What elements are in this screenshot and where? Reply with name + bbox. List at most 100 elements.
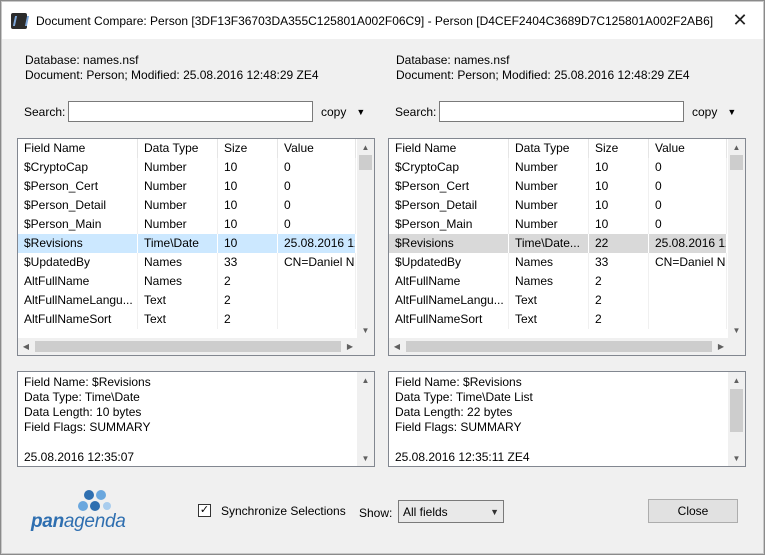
table-cell: 10 (218, 177, 278, 196)
table-header: Field Name Data Type Size Value (18, 139, 356, 158)
scroll-right-icon[interactable]: ▶ (342, 338, 358, 355)
table-cell: $CryptoCap (389, 158, 509, 177)
table-cell: Number (138, 215, 218, 234)
scroll-up-icon[interactable]: ▲ (357, 372, 374, 388)
table-row[interactable]: $UpdatedBy Names 33 CN=Daniel N (389, 253, 727, 272)
table-row[interactable]: $CryptoCap Number 10 0 (18, 158, 356, 177)
scroll-up-icon[interactable]: ▲ (728, 139, 745, 155)
column-header[interactable]: Size (589, 139, 649, 158)
table-row[interactable]: AltFullNameLangu... Text 2 (18, 291, 356, 310)
table-row[interactable]: AltFullNameSort Text 2 (18, 310, 356, 329)
left-pane: Database: names.nsf Document: Person; Mo… (16, 39, 388, 469)
table-row[interactable]: AltFullNameLangu... Text 2 (389, 291, 727, 310)
table-cell: 10 (589, 215, 649, 234)
table-row[interactable]: AltFullNameSort Text 2 (389, 310, 727, 329)
table-row[interactable]: $RevisionsTime\Date1025.08.2016 12:35 (18, 234, 356, 253)
column-header[interactable]: Field Name (389, 139, 509, 158)
table-row[interactable]: $Person_Detail Number 10 0 (18, 196, 356, 215)
vertical-scrollbar[interactable]: ▲ ▼ (728, 139, 745, 338)
show-filter-select[interactable]: All fields ▼ (398, 500, 504, 523)
horizontal-scrollbar[interactable]: ◀ ▶ (389, 338, 729, 355)
dropdown-arrow-icon[interactable]: ▼ (356, 107, 365, 117)
scroll-left-icon[interactable]: ◀ (18, 338, 34, 355)
copy-button[interactable]: copy ▼ (321, 105, 365, 119)
search-input[interactable] (439, 101, 684, 122)
details-scrollbar[interactable]: ▲ ▼ (357, 372, 374, 466)
field-details[interactable]: Field Name: $Revisions Data Type: Time\D… (388, 371, 746, 467)
scroll-left-icon[interactable]: ◀ (389, 338, 405, 355)
table-cell (649, 310, 727, 329)
search-label: Search: (395, 105, 437, 119)
scroll-right-icon[interactable]: ▶ (713, 338, 729, 355)
scroll-down-icon[interactable]: ▼ (357, 322, 374, 338)
scroll-thumb[interactable] (359, 155, 372, 170)
column-header[interactable]: Value (649, 139, 727, 158)
synchronize-label[interactable]: Synchronize Selections (221, 504, 346, 518)
detail-spacer (395, 435, 739, 450)
copy-button[interactable]: copy ▼ (692, 105, 736, 119)
scroll-down-icon[interactable]: ▼ (357, 450, 374, 466)
field-details[interactable]: Field Name: $Revisions Data Type: Time\D… (17, 371, 375, 467)
dropdown-arrow-icon[interactable]: ▼ (727, 107, 736, 117)
table-cell: CN=Daniel N (649, 253, 727, 272)
scroll-thumb[interactable] (406, 341, 712, 352)
logo-text: panagenda (31, 511, 126, 533)
table-cell: Time\Date... (509, 234, 589, 253)
scroll-thumb[interactable] (730, 155, 743, 170)
table-cell: AltFullNameSort (389, 310, 509, 329)
table-row[interactable]: $RevisionsTime\Date...2225.08.2016 12: (389, 234, 727, 253)
table-row[interactable]: $Person_Main Number 10 0 (18, 215, 356, 234)
column-header[interactable]: Size (218, 139, 278, 158)
table-row[interactable]: $CryptoCap Number 10 0 (389, 158, 727, 177)
close-icon[interactable]: ✕ (717, 2, 763, 38)
scroll-up-icon[interactable]: ▲ (357, 139, 374, 155)
table-row[interactable]: AltFullName Names 2 (389, 272, 727, 291)
scroll-up-icon[interactable]: ▲ (728, 372, 745, 388)
table-cell: $UpdatedBy (389, 253, 509, 272)
details-scrollbar[interactable]: ▲ ▼ (728, 372, 745, 466)
synchronize-checkbox[interactable]: ✓ (198, 504, 211, 517)
table-row[interactable]: $Person_Main Number 10 0 (389, 215, 727, 234)
table-cell: 0 (278, 177, 356, 196)
document-label: Document: Person; Modified: 25.08.2016 1… (25, 68, 319, 82)
table-cell: 2 (218, 310, 278, 329)
table-cell: Number (509, 196, 589, 215)
table-row[interactable]: $Person_Cert Number 10 0 (389, 177, 727, 196)
scroll-thumb[interactable] (730, 389, 743, 432)
search-input[interactable] (68, 101, 313, 122)
table-cell: $Person_Cert (389, 177, 509, 196)
detail-field-name: Field Name: $Revisions (24, 375, 151, 389)
column-header[interactable]: Data Type (138, 139, 218, 158)
table-cell: Number (509, 177, 589, 196)
table-cell: AltFullName (389, 272, 509, 291)
fields-table[interactable]: Field Name Data Type Size Value $CryptoCap Nu… (388, 138, 746, 356)
column-header[interactable]: Field Name (18, 139, 138, 158)
table-cell: $Revisions (18, 234, 138, 253)
scroll-down-icon[interactable]: ▼ (728, 322, 745, 338)
table-cell: 0 (649, 158, 727, 177)
table-row[interactable]: $Person_Detail Number 10 0 (389, 196, 727, 215)
vertical-scrollbar[interactable]: ▲ ▼ (357, 139, 374, 338)
panagenda-logo: panagenda (31, 489, 161, 537)
fields-table[interactable]: Field Name Data Type Size Value $CryptoCap Nu… (17, 138, 375, 356)
close-button[interactable]: Close (648, 499, 738, 523)
show-filter-value: All fields (403, 504, 448, 519)
table-cell: $UpdatedBy (18, 253, 138, 272)
column-header[interactable]: Data Type (509, 139, 589, 158)
scroll-thumb[interactable] (35, 341, 341, 352)
table-row[interactable]: $Person_Cert Number 10 0 (18, 177, 356, 196)
column-header[interactable]: Value (278, 139, 356, 158)
show-label: Show: (359, 506, 393, 520)
table-row[interactable]: $UpdatedBy Names 33 CN=Daniel N (18, 253, 356, 272)
detail-data-length: Data Length: 10 bytes (24, 405, 142, 419)
detail-data-type: Data Type: Time\Date List (395, 390, 533, 404)
title-bar: Document Compare: Person [3DF13F36703DA3… (2, 2, 763, 39)
horizontal-scrollbar[interactable]: ◀ ▶ (18, 338, 358, 355)
detail-field-name: Field Name: $Revisions (395, 375, 522, 389)
table-cell: Number (509, 215, 589, 234)
table-row[interactable]: AltFullName Names 2 (18, 272, 356, 291)
document-info: Database: names.nsf Document: Person; Mo… (396, 53, 690, 83)
table-cell: 0 (278, 158, 356, 177)
scroll-down-icon[interactable]: ▼ (728, 450, 745, 466)
detail-field-flags: Field Flags: SUMMARY (395, 420, 522, 434)
